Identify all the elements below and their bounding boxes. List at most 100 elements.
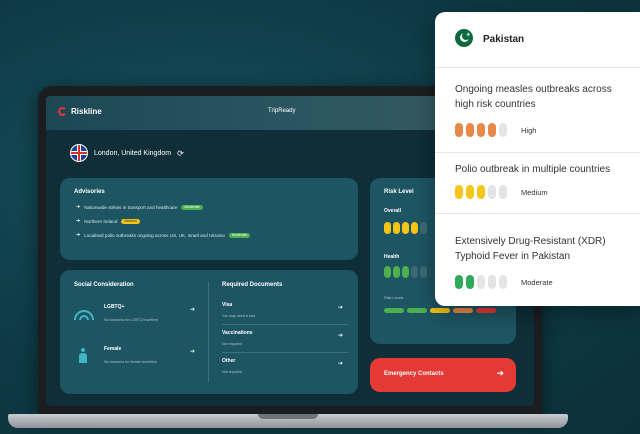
arrow-right-icon[interactable]: ➔ — [190, 306, 195, 313]
document-item-sub: Not required — [222, 342, 242, 346]
severity-bar — [499, 275, 507, 289]
risk-pill — [402, 266, 409, 278]
risk-legend-swatch — [453, 308, 473, 313]
severity-bar — [477, 185, 485, 199]
advisory-text: Localised polio outbreaks ongoing across… — [84, 232, 225, 238]
arrow-right-icon: ➔ — [496, 368, 504, 378]
arrow-right-icon[interactable]: ➔ — [338, 332, 343, 339]
advisory-item[interactable]: ➜ Localised polio outbreaks ongoing acro… — [76, 232, 251, 238]
popup-divider — [435, 67, 640, 68]
severity-bar — [466, 275, 474, 289]
advisories-title: Advisories — [74, 189, 105, 195]
risk-overall-label: Overall — [384, 208, 401, 214]
documents-title: Required Documents — [222, 282, 283, 288]
risk-pill — [393, 266, 400, 278]
arrow-right-icon: ➜ — [76, 232, 81, 238]
row-divider — [222, 324, 348, 325]
uk-flag-icon — [70, 144, 88, 162]
refresh-icon[interactable]: ⟳ — [177, 149, 184, 158]
document-item-label: Visa — [222, 302, 233, 308]
threat-title[interactable]: Extensively Drug-Resistant (XDR) Typhoid… — [455, 234, 630, 264]
risk-legend-swatch — [476, 308, 496, 313]
risk-overall-meter — [384, 222, 427, 234]
brand-name: Riskline — [71, 107, 102, 116]
risk-pill — [411, 222, 418, 234]
popup-divider — [435, 152, 640, 153]
social-item-label: LGBTQ+ — [104, 304, 125, 310]
risk-pill — [420, 222, 427, 234]
emergency-contacts-label: Emergency Contacts — [384, 371, 444, 377]
rainbow-icon — [74, 310, 94, 320]
risk-legend-label: Risk Levels — [384, 296, 404, 300]
threat-severity-meter — [455, 123, 507, 137]
app-title: TripReady — [268, 108, 296, 114]
severity-bar — [477, 123, 485, 137]
severity-bar — [488, 185, 496, 199]
risk-health-label: Health — [384, 254, 400, 260]
severity-bar — [466, 123, 474, 137]
risk-pill — [393, 222, 400, 234]
advisories-card: Advisories ➜ Nationwide strikes in trans… — [60, 178, 358, 260]
risk-pill — [420, 266, 427, 278]
document-item-sub: You may need a visa — [222, 314, 256, 318]
severity-bar — [499, 185, 507, 199]
riskline-logo-icon — [58, 107, 67, 116]
arrow-right-icon[interactable]: ➔ — [190, 348, 195, 355]
severity-bar — [499, 123, 507, 137]
advisory-tag: Medium — [121, 218, 141, 224]
arrow-right-icon[interactable]: ➔ — [338, 360, 343, 367]
location-name: London, United Kingdom — [94, 149, 172, 157]
risk-legend-swatch — [384, 308, 404, 313]
document-item-label: Other — [222, 358, 236, 364]
threat-level: Medium — [521, 188, 548, 197]
threat-level: High — [521, 126, 537, 135]
document-item-label: Vaccinations — [222, 330, 253, 336]
document-item-sub: Not required — [222, 370, 242, 374]
advisory-tag: Moderate — [228, 232, 251, 238]
advisory-text: Northern Ireland — [84, 218, 118, 224]
popup-divider — [435, 213, 640, 214]
risk-legend-swatch — [430, 308, 450, 313]
risk-pill — [384, 266, 391, 278]
threat-severity-meter — [455, 275, 507, 289]
risk-title: Risk Level — [384, 189, 414, 195]
severity-bar — [455, 275, 463, 289]
risk-pill — [402, 222, 409, 234]
brand-logo[interactable]: Riskline — [58, 107, 102, 116]
severity-bar — [488, 123, 496, 137]
severity-bar — [455, 185, 463, 199]
advisory-text: Nationwide strikes in transport and heal… — [84, 204, 178, 210]
risk-legend-swatch — [407, 308, 427, 313]
arrow-right-icon: ➜ — [76, 218, 81, 224]
country-threats-popup: ★ Pakistan Ongoing measles outbreaks acr… — [435, 12, 640, 306]
threat-title[interactable]: Polio outbreak in multiple countries — [455, 162, 630, 177]
severity-bar — [466, 185, 474, 199]
risk-pill — [411, 266, 418, 278]
threat-severity-meter — [455, 185, 507, 199]
arrow-right-icon[interactable]: ➔ — [338, 304, 343, 311]
social-title: Social Consideration — [74, 282, 134, 288]
severity-bar — [455, 123, 463, 137]
emergency-contacts-button[interactable]: Emergency Contacts ➔ — [370, 358, 516, 392]
social-item-label: Female — [104, 346, 122, 352]
severity-bar — [477, 275, 485, 289]
row-divider — [222, 352, 348, 353]
laptop-notch — [258, 414, 318, 419]
social-item-sub: No concerns for LGBTQ travellers — [104, 318, 159, 322]
threat-level: Moderate — [521, 278, 553, 287]
risk-pill — [384, 222, 391, 234]
severity-bar — [488, 275, 496, 289]
pakistan-flag-icon: ★ — [455, 29, 473, 47]
female-person-icon — [78, 348, 88, 364]
advisory-item[interactable]: ➜ Nationwide strikes in transport and he… — [76, 204, 203, 210]
country-name: Pakistan — [483, 34, 525, 45]
threat-title[interactable]: Ongoing measles outbreaks across high ri… — [455, 82, 630, 112]
location-selector[interactable]: London, United Kingdom ⟳ — [70, 144, 184, 162]
risk-legend — [384, 308, 496, 313]
column-divider — [208, 282, 209, 382]
advisory-item[interactable]: ➜ Northern Ireland Medium — [76, 218, 141, 224]
arrow-right-icon: ➜ — [76, 204, 81, 210]
risk-health-meter — [384, 266, 427, 278]
social-item-sub: No concerns for female travellers — [104, 360, 157, 364]
social-documents-card: Social Consideration Required Documents … — [60, 270, 358, 394]
